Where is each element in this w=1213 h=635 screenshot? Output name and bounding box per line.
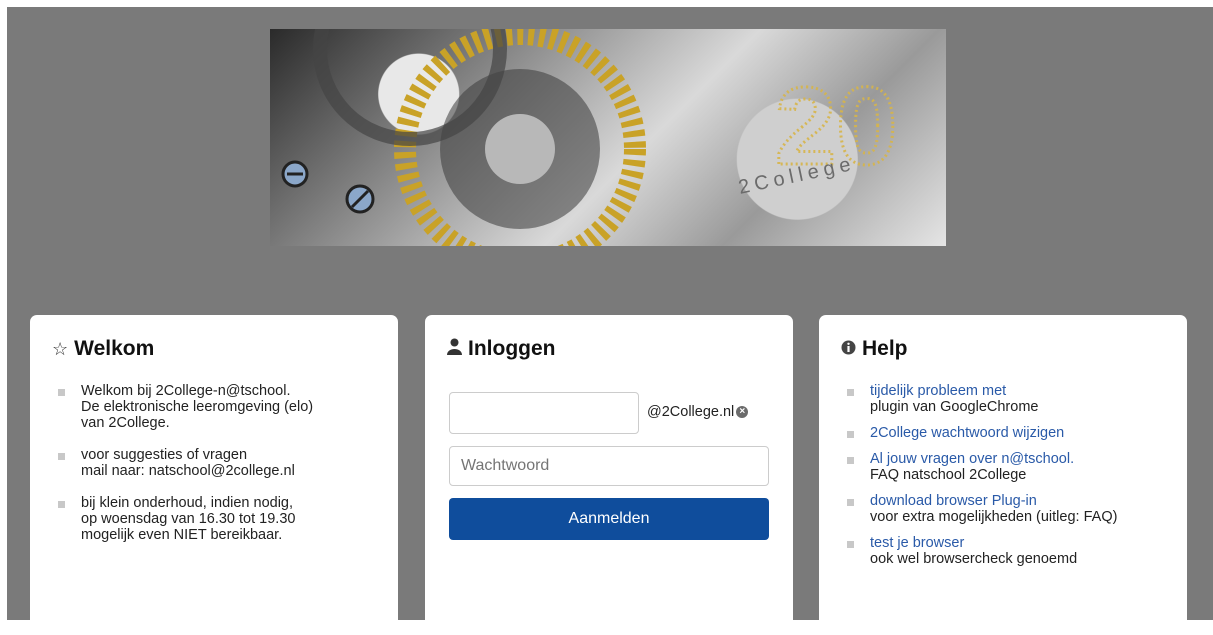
star-icon: ☆ xyxy=(52,338,69,359)
help-link[interactable]: 2College wachtwoord wijzigen xyxy=(870,425,1171,441)
help-description: ook wel browsercheck genoemd xyxy=(870,551,1078,567)
login-heading: Inloggen xyxy=(447,337,556,361)
list-item-text: voor suggesties of vragen xyxy=(81,447,248,463)
gear-graphic: 20 2College xyxy=(281,29,899,246)
list-item-text: De elektronische leeromgeving (elo) xyxy=(81,399,314,415)
help-panel: Help tijdelijk probleem met plugin van G… xyxy=(819,315,1187,635)
user-icon xyxy=(447,338,462,360)
login-panel: Inloggen @2College.nl × Aanmelden xyxy=(425,315,793,635)
help-description: FAQ natschool 2College xyxy=(870,467,1027,483)
list-item: Welkom bij 2College-n@tschool. De elektr… xyxy=(58,383,382,431)
list-item-text: mail naar: natschool@2college.nl xyxy=(81,463,295,479)
clear-icon[interactable]: × xyxy=(736,406,749,418)
username-input[interactable] xyxy=(449,392,639,434)
help-title: Help xyxy=(862,337,908,360)
list-item: Al jouw vragen over n@tschool. FAQ natsc… xyxy=(847,451,1171,483)
list-item: test je browser ook wel browsercheck gen… xyxy=(847,535,1171,567)
help-description: voor extra mogelijkheden (uitleg: FAQ) xyxy=(870,509,1118,525)
welcome-title: Welkom xyxy=(74,337,155,360)
list-item-text: mogelijk even NIET bereikbaar. xyxy=(81,527,283,543)
list-item-text: op woensdag van 16.30 tot 19.30 xyxy=(81,511,296,527)
help-link[interactable]: download browser Plug-in xyxy=(870,493,1171,509)
page-background: 20 2College ☆ Welkom Welkom bij 2College… xyxy=(7,7,1213,635)
password-input[interactable] xyxy=(449,446,769,486)
welcome-heading: ☆ Welkom xyxy=(52,337,154,361)
welcome-list: Welkom bij 2College-n@tschool. De elektr… xyxy=(58,383,382,559)
help-list: tijdelijk probleem met plugin van Google… xyxy=(847,383,1171,577)
banner-image: 20 2College xyxy=(270,29,946,246)
help-link[interactable]: tijdelijk probleem met xyxy=(870,383,1171,399)
list-item-text: Welkom bij 2College-n@tschool. xyxy=(81,383,291,399)
help-link[interactable]: test je browser xyxy=(870,535,1171,551)
list-item: 2College wachtwoord wijzigen xyxy=(847,425,1171,441)
help-heading: Help xyxy=(841,337,908,361)
login-button[interactable]: Aanmelden xyxy=(449,498,769,540)
list-item: bij klein onderhoud, indien nodig, op wo… xyxy=(58,495,382,543)
list-item-text: van 2College. xyxy=(81,415,170,431)
list-item-text: bij klein onderhoud, indien nodig, xyxy=(81,495,294,511)
welcome-panel: ☆ Welkom Welkom bij 2College-n@tschool. … xyxy=(30,315,398,635)
list-item: tijdelijk probleem met plugin van Google… xyxy=(847,383,1171,415)
list-item: voor suggesties of vragen mail naar: nat… xyxy=(58,447,382,479)
info-icon xyxy=(841,339,856,360)
username-suffix-text: @2College.nl xyxy=(647,404,735,420)
help-link[interactable]: Al jouw vragen over n@tschool. xyxy=(870,451,1171,467)
list-item: download browser Plug-in voor extra moge… xyxy=(847,493,1171,525)
help-description: plugin van GoogleChrome xyxy=(870,399,1039,415)
login-title: Inloggen xyxy=(468,337,556,360)
username-suffix: @2College.nl × xyxy=(647,404,749,420)
